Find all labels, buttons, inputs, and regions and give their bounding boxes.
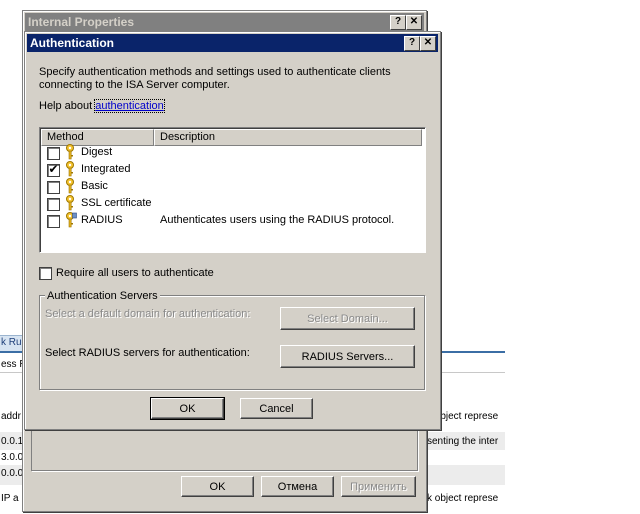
key-icon	[66, 161, 74, 177]
method-name: Digest	[81, 146, 113, 158]
parent-title-bar: Internal Properties ? ✕	[25, 13, 424, 31]
method-checkbox[interactable]	[47, 181, 60, 194]
background-cell: senting the inter	[427, 436, 499, 447]
parent-ok-button[interactable]: OK	[181, 476, 254, 497]
radius-servers-button[interactable]: RADIUS Servers...	[280, 345, 415, 368]
background-cell: 0.0.0	[1, 468, 24, 479]
auth-title-bar: Authentication ? ✕	[27, 34, 438, 52]
default-domain-text: Select a default domain for authenticati…	[45, 308, 251, 320]
auth-help-icon[interactable]: ?	[404, 36, 420, 51]
help-authentication-link[interactable]: authentication	[94, 99, 165, 113]
radius-text: Select RADIUS servers for authentication…	[45, 347, 250, 359]
key-icon	[66, 144, 74, 160]
parent-content-frame	[31, 429, 418, 471]
ok-button[interactable]: OK	[150, 397, 225, 420]
method-name: Integrated	[81, 163, 131, 175]
require-all-label: Require all users to authenticate	[56, 267, 214, 279]
check-mark-icon: ✔	[48, 162, 59, 176]
parent-cancel-button[interactable]: Отмена	[261, 476, 334, 497]
method-name: SSL certificate	[81, 197, 152, 209]
key-icon	[66, 178, 74, 194]
method-name: RADIUS	[81, 214, 123, 226]
auth-servers-group-title: Authentication Servers	[45, 290, 160, 302]
method-name: Basic	[81, 180, 108, 192]
method-column-header[interactable]: Method	[41, 129, 154, 146]
description-column-header[interactable]: Description	[154, 129, 422, 146]
parent-dialog-title: Internal Properties	[28, 15, 135, 29]
background-cell: addr	[1, 411, 22, 422]
key-icon	[66, 195, 74, 211]
parent-apply-button[interactable]: Применить	[341, 476, 416, 497]
background-cell: k object represe	[427, 493, 499, 504]
method-checkbox[interactable]	[47, 198, 60, 211]
parent-close-icon[interactable]: ✕	[406, 15, 422, 30]
method-description: Authenticates users using the RADIUS pro…	[160, 214, 395, 226]
background-cell: IP a	[1, 493, 19, 504]
background-cell: 3.0.0	[1, 452, 24, 463]
help-line: Help about authentication	[39, 99, 165, 113]
method-checkbox[interactable]	[47, 147, 60, 160]
require-all-checkbox[interactable]	[39, 267, 52, 280]
method-checkbox[interactable]: ✔	[47, 162, 60, 177]
intro-text: Specify authentication methods and setti…	[39, 66, 391, 91]
help-prefix: Help about	[39, 100, 96, 112]
parent-help-icon[interactable]: ?	[390, 15, 406, 30]
auth-close-icon[interactable]: ✕	[420, 36, 436, 51]
key-server-icon	[66, 212, 77, 228]
method-checkbox[interactable]	[47, 215, 60, 228]
auth-dialog-title: Authentication	[30, 36, 114, 50]
background-cell: 0.0.1	[1, 436, 24, 447]
select-domain-button[interactable]: Select Domain...	[280, 307, 415, 330]
background-tab-label: k Ru	[1, 337, 22, 348]
cancel-button[interactable]: Cancel	[240, 398, 313, 419]
